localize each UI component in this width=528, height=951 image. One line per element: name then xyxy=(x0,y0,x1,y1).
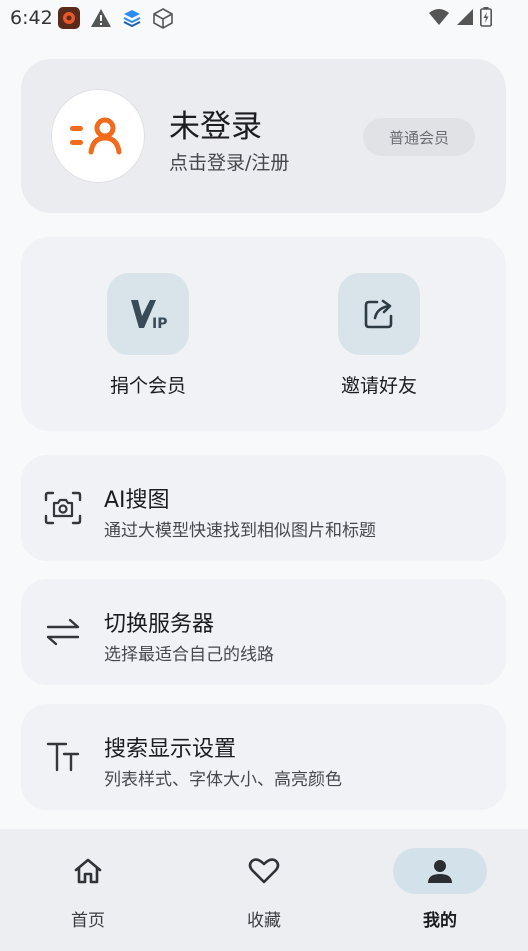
layers-icon xyxy=(122,8,142,32)
status-bar: 6:42 xyxy=(0,0,528,36)
nav-home-label: 首页 xyxy=(71,911,105,931)
search-display-settings-title: 搜索显示设置 xyxy=(104,737,237,762)
invite-friends-button[interactable]: 邀请好友 xyxy=(314,273,444,398)
switch-server-subtitle: 选择最适合自己的线路 xyxy=(104,645,274,665)
text-size-icon xyxy=(43,737,83,777)
status-right-icons xyxy=(428,7,492,31)
vip-icon: IP xyxy=(107,273,189,355)
warning-icon xyxy=(90,8,112,32)
ai-image-search-title: AI搜图 xyxy=(104,488,170,513)
battery-icon xyxy=(480,7,492,31)
switch-server-item[interactable]: 切换服务器 选择最适合自己的线路 xyxy=(21,579,506,685)
person-icon xyxy=(393,848,487,894)
search-display-settings-item[interactable]: 搜索显示设置 列表样式、字体大小、高亮颜色 xyxy=(21,704,506,810)
ai-image-search-subtitle: 通过大模型快速找到相似图片和标题 xyxy=(104,521,376,541)
svg-text:IP: IP xyxy=(152,316,167,332)
status-left-icons xyxy=(58,7,174,33)
invite-friends-label: 邀请好友 xyxy=(340,375,417,397)
app-logo-icon xyxy=(70,117,122,155)
donate-vip-label: 捐个会员 xyxy=(109,375,186,397)
switch-server-title: 切换服务器 xyxy=(104,612,215,637)
profile-name: 未登录 xyxy=(169,109,262,145)
ai-image-search-item[interactable]: AI搜图 通过大模型快速找到相似图片和标题 xyxy=(21,455,506,561)
avatar[interactable] xyxy=(51,89,145,183)
login-register-link[interactable]: 点击登录/注册 xyxy=(169,148,289,175)
nav-mine[interactable]: 我的 xyxy=(352,829,528,951)
cube-icon xyxy=(152,7,174,33)
app-icon xyxy=(58,7,80,33)
wifi-icon xyxy=(428,8,450,30)
quick-actions-card: IP 捐个会员 邀请好友 xyxy=(21,237,506,431)
home-icon xyxy=(41,848,135,894)
swap-icon xyxy=(43,612,83,652)
nav-favorites-label: 收藏 xyxy=(247,911,281,931)
status-time: 6:42 xyxy=(10,7,53,29)
share-icon xyxy=(338,273,420,355)
nav-mine-label: 我的 xyxy=(423,911,457,931)
member-badge: 普通会员 xyxy=(363,118,475,156)
signal-icon xyxy=(456,8,474,30)
search-display-settings-subtitle: 列表样式、字体大小、高亮颜色 xyxy=(104,770,342,790)
camera-scan-icon xyxy=(43,488,83,528)
nav-favorites[interactable]: 收藏 xyxy=(176,829,352,951)
heart-icon xyxy=(217,848,311,894)
profile-card[interactable]: 未登录 点击登录/注册 普通会员 xyxy=(21,59,506,213)
donate-vip-button[interactable]: IP 捐个会员 xyxy=(83,273,213,398)
nav-home[interactable]: 首页 xyxy=(0,829,176,951)
bottom-nav: 首页 收藏 我的 xyxy=(0,829,528,951)
